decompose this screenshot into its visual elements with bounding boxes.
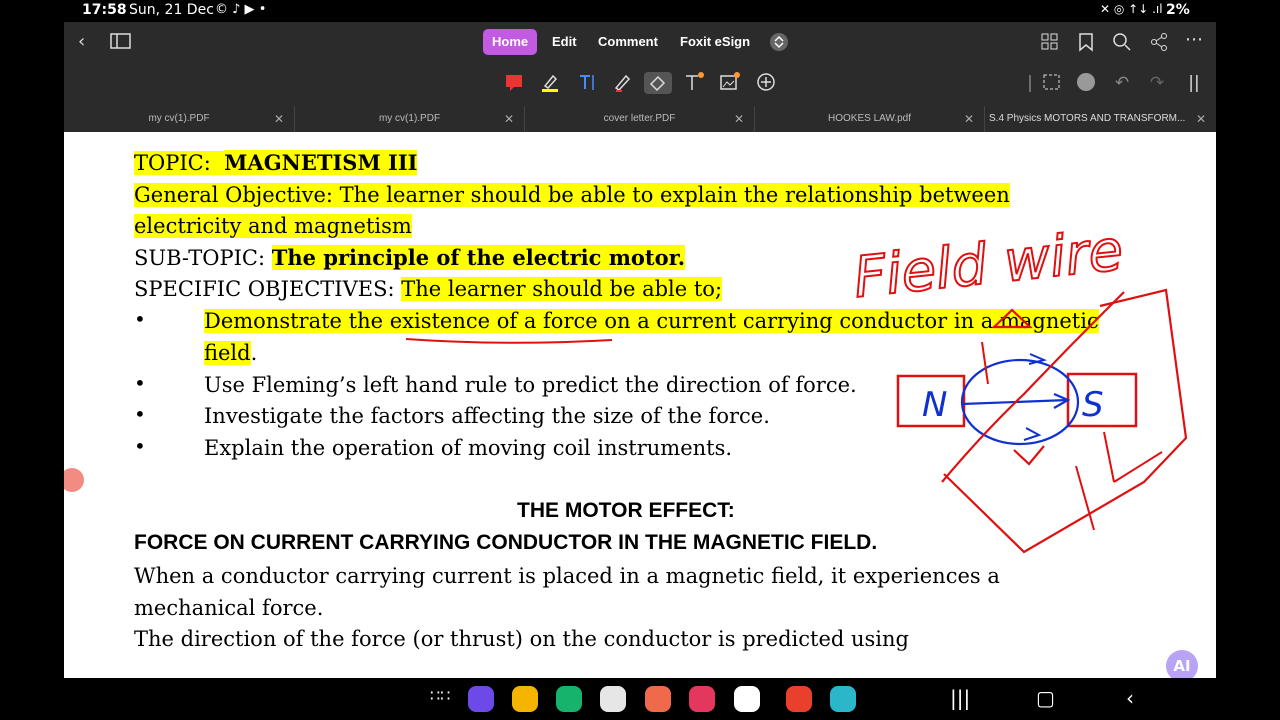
file-tab-label: S.4 Physics MOTORS AND TRANSFORM... — [989, 113, 1186, 124]
battery-level: 2% — [1166, 2, 1190, 18]
close-icon[interactable]: ✕ — [504, 106, 514, 132]
sidebar-toggle-icon[interactable] — [110, 32, 132, 55]
share-icon[interactable] — [1149, 32, 1169, 57]
file-tab[interactable]: my cv(1).PDF ✕ — [64, 106, 295, 132]
signal-icons: ✕ ◎ ↑↓ .ıl — [1100, 2, 1163, 16]
browser-app-icon[interactable] — [830, 686, 856, 712]
annotation-toolbar: | ↶ ↷ || — [64, 62, 1216, 104]
note-icon[interactable] — [502, 72, 526, 94]
tab-foxit-esign[interactable]: Foxit eSign — [671, 29, 759, 55]
typewriter-icon[interactable] — [682, 72, 706, 94]
more-tabs-icon[interactable] — [769, 32, 789, 57]
gmail-app-icon[interactable] — [734, 686, 760, 712]
select-area-icon[interactable] — [1040, 72, 1064, 94]
recents-icon[interactable]: ||| — [950, 686, 970, 710]
bookmark-icon[interactable] — [1077, 32, 1095, 57]
eraser-icon[interactable] — [644, 72, 672, 94]
south-label: S — [1082, 385, 1104, 425]
recorder-app-icon[interactable] — [786, 686, 812, 712]
file-tab-label: HOOKES LAW.pdf — [828, 113, 911, 124]
document-page[interactable]: TOPIC: MAGNETISM III General Objective: … — [64, 132, 1216, 678]
android-navigation-bar: ∷∷ ||| ▢ ‹ — [0, 678, 1280, 720]
main-menu-bar: ‹ Home Edit Comment Foxit eSign ⋯ — [64, 22, 1216, 62]
pdf-reader-app: ‹ Home Edit Comment Foxit eSign ⋯ | ↶ ↷ … — [64, 22, 1216, 678]
files-app-icon[interactable] — [512, 686, 538, 712]
file-tab[interactable]: HOOKES LAW.pdf ✕ — [755, 106, 985, 132]
highlighter-icon[interactable] — [538, 72, 562, 94]
text-markup-icon[interactable] — [574, 72, 598, 94]
tab-home[interactable]: Home — [483, 29, 538, 55]
close-icon[interactable]: ✕ — [734, 106, 744, 132]
close-icon[interactable]: ✕ — [1196, 106, 1206, 132]
back-nav-icon[interactable]: ‹ — [1126, 686, 1134, 710]
messages-app-icon[interactable] — [600, 686, 626, 712]
close-icon[interactable]: ✕ — [964, 106, 974, 132]
file-tab[interactable]: cover letter.PDF ✕ — [525, 106, 755, 132]
tab-edit[interactable]: Edit — [543, 29, 586, 55]
camera-app-icon[interactable] — [689, 686, 715, 712]
file-tab-label: my cv(1).PDF — [378, 113, 441, 124]
ai-assistant-button[interactable]: AI — [1166, 650, 1198, 678]
image-insert-icon[interactable] — [718, 72, 742, 94]
app-dock-icon[interactable] — [468, 686, 494, 712]
file-tab[interactable]: my cv(1).PDF ✕ — [295, 106, 525, 132]
top-toolbar: ‹ Home Edit Comment Foxit eSign ⋯ | ↶ ↷ … — [64, 22, 1216, 132]
file-tab-label: my cv(1).PDF — [148, 113, 210, 124]
pencil-icon[interactable] — [610, 72, 634, 94]
search-icon[interactable] — [1112, 32, 1132, 57]
status-bar: 17:58 Sun, 21 Dec © ♪ ▶ • ✕ ◎ ↑↓ .ıl 2% — [0, 0, 1280, 22]
contacts-app-icon[interactable] — [645, 686, 671, 712]
north-label: N — [922, 385, 947, 425]
file-tab-label: cover letter.PDF — [603, 113, 676, 124]
tab-comment[interactable]: Comment — [589, 29, 667, 55]
file-tabs: my cv(1).PDF ✕ my cv(1).PDF ✕ cover letter… — [64, 106, 1216, 132]
divider: | — [1027, 73, 1033, 93]
close-icon[interactable]: ✕ — [274, 106, 284, 132]
apps-grid-icon[interactable]: ∷∷ — [430, 686, 450, 705]
home-icon[interactable]: ▢ — [1036, 686, 1055, 710]
annotation-text: Field wire — [851, 218, 1126, 311]
add-tool-icon[interactable] — [754, 72, 778, 94]
back-icon[interactable]: ‹ — [78, 32, 85, 52]
status-time: 17:58 — [82, 2, 127, 18]
grid-view-icon[interactable] — [1040, 32, 1060, 57]
undo-icon[interactable]: ↶ — [1110, 72, 1134, 94]
file-tab-active[interactable]: S.4 Physics MOTORS AND TRANSFORM... ✕ — [985, 106, 1216, 132]
more-options-icon[interactable]: ⋯ — [1185, 30, 1203, 50]
status-date: Sun, 21 Dec — [129, 2, 214, 18]
color-picker-icon[interactable] — [1074, 72, 1098, 94]
notification-icons: © ♪ ▶ • — [215, 2, 267, 17]
pause-toolbar-icon[interactable]: || — [1182, 72, 1206, 94]
phone-app-icon[interactable] — [556, 686, 582, 712]
handwritten-annotation[interactable]: Field wire N S — [64, 132, 1216, 678]
redo-icon[interactable]: ↷ — [1145, 72, 1169, 94]
